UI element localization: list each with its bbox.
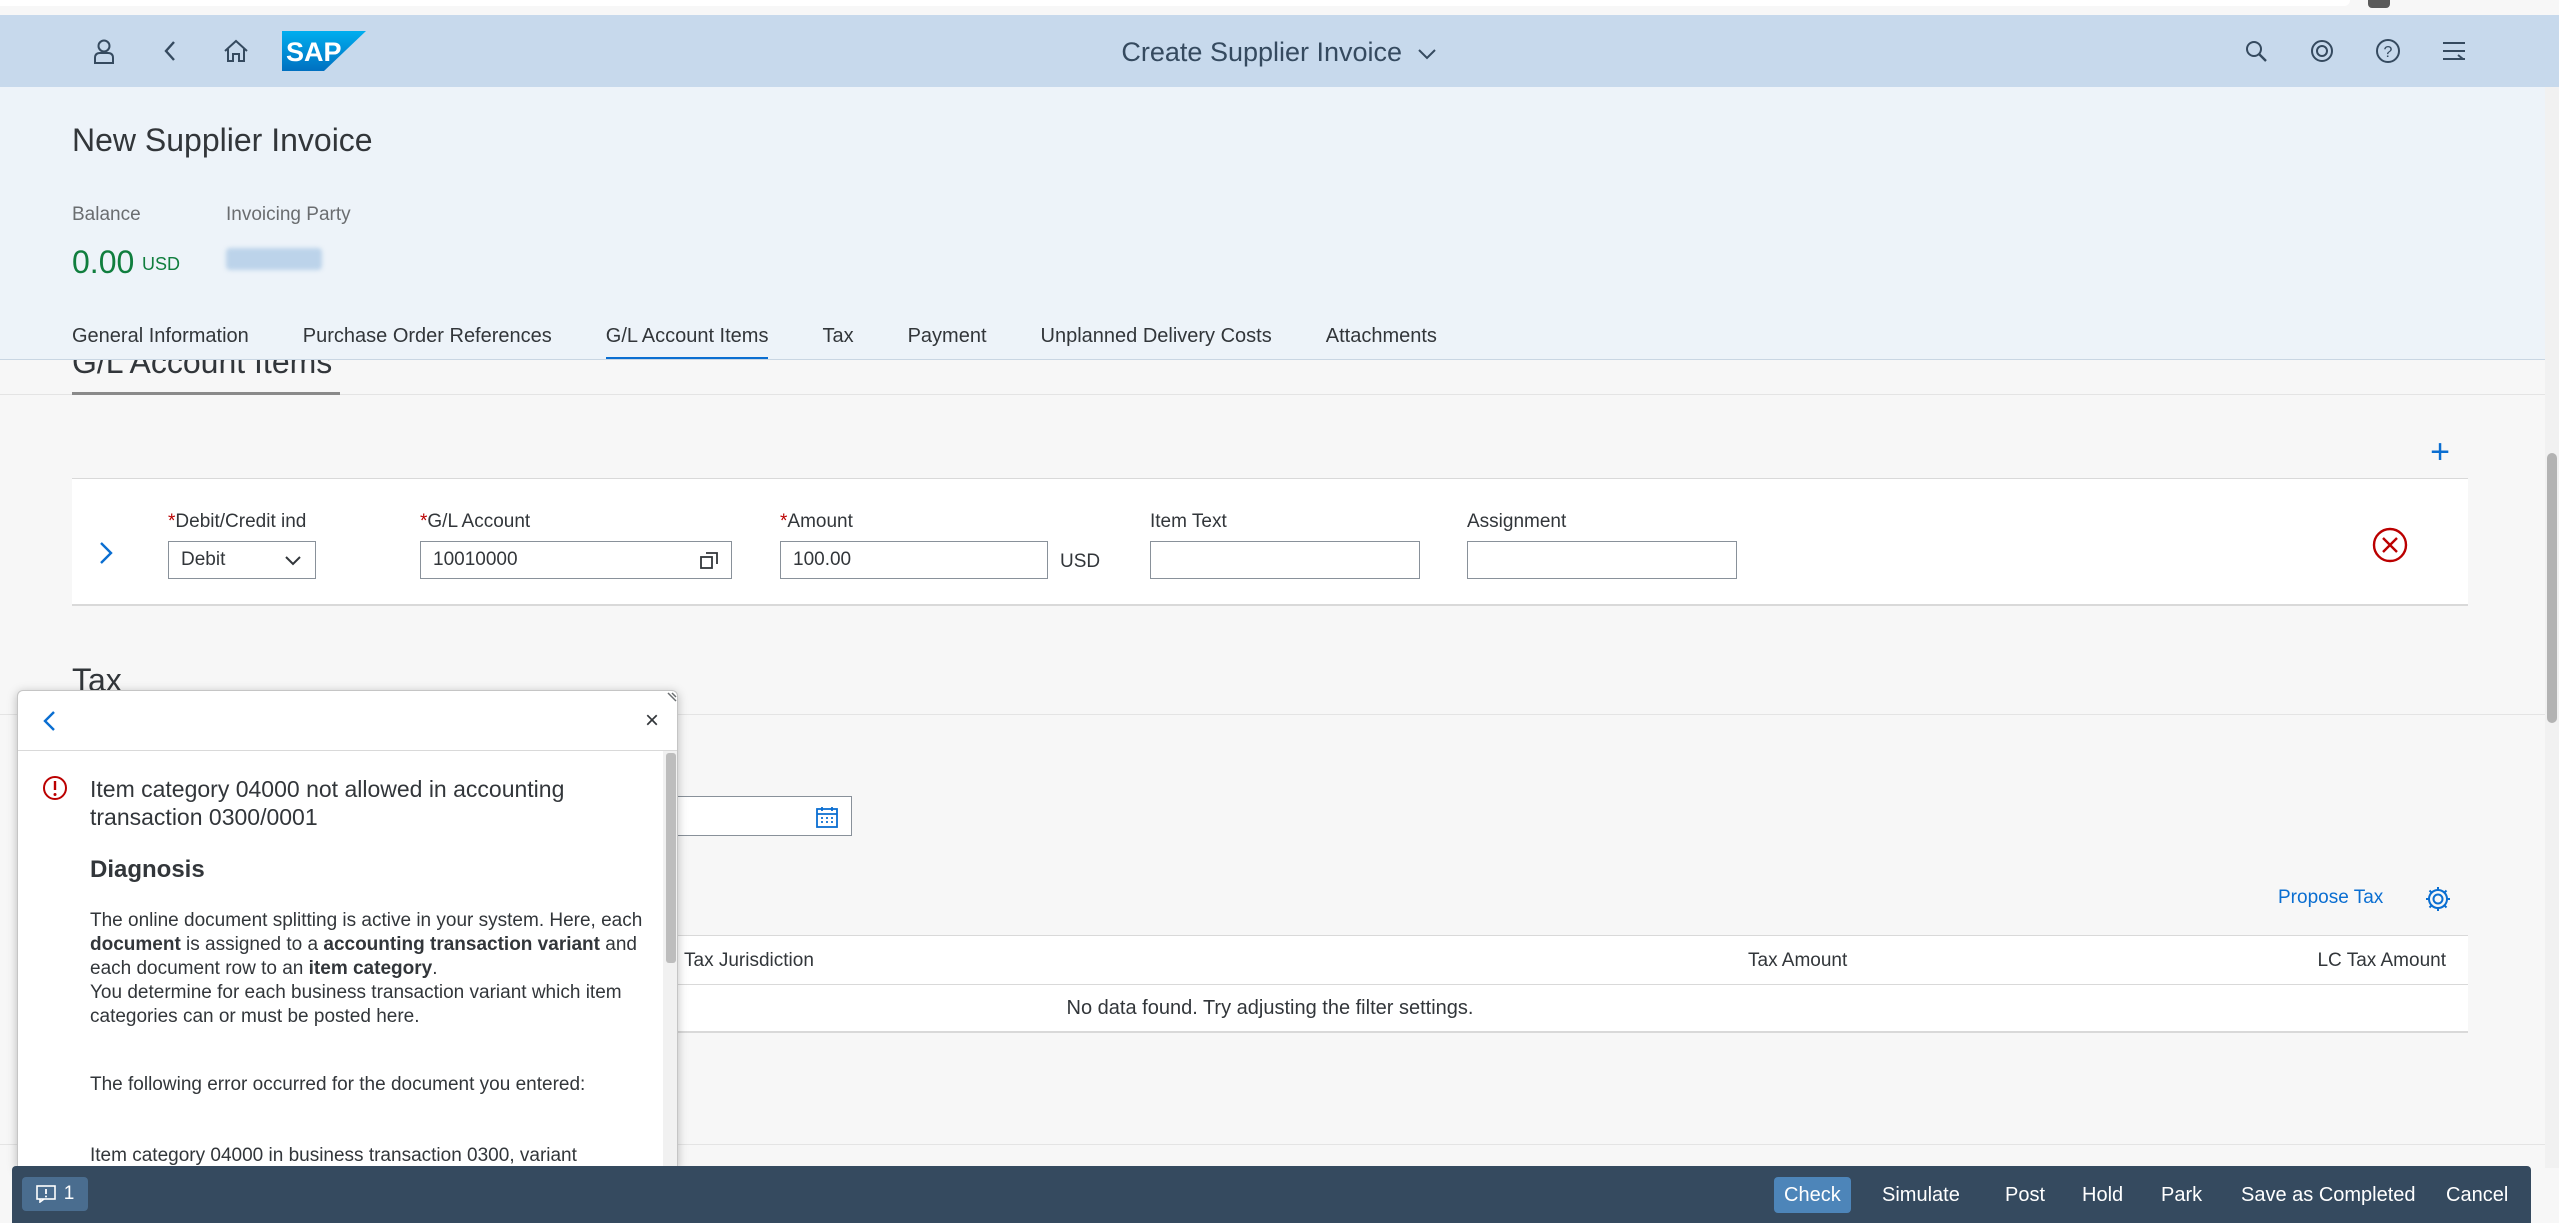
amount-input[interactable]: 100.00 [780, 541, 1048, 579]
assignment-input[interactable] [1467, 541, 1737, 579]
copilot-icon[interactable] [2304, 33, 2340, 69]
hold-button[interactable]: Hold [2072, 1177, 2133, 1213]
message-popover: × Item category 04000 not allowed in acc… [17, 690, 678, 1168]
settings-gear-icon[interactable] [2424, 885, 2452, 913]
gl-account-input[interactable]: 10010000 [420, 541, 732, 579]
close-icon[interactable]: × [638, 707, 666, 735]
browser-top-strip [0, 0, 2559, 15]
popover-scrollbar-thumb[interactable] [666, 753, 676, 963]
svg-text:SAP: SAP [286, 37, 342, 67]
park-button[interactable]: Park [2151, 1177, 2212, 1213]
diagnosis-paragraph: The online document splitting is active … [90, 910, 643, 1027]
tab-general-information[interactable]: General Information [72, 325, 249, 360]
extension-icon[interactable] [2368, 0, 2390, 8]
app-title[interactable]: Create Supplier Invoice [1121, 37, 1402, 67]
debit-credit-value: Debit [181, 549, 226, 570]
app-title-menu: Create Supplier Invoice [0, 37, 2559, 68]
sap-logo[interactable]: SAP [282, 31, 366, 71]
tab-tax[interactable]: Tax [822, 325, 853, 360]
item-text-input[interactable] [1150, 541, 1420, 579]
chevron-down-icon [285, 556, 301, 566]
amount-value: 100.00 [793, 549, 852, 570]
popover-header: × [18, 691, 677, 751]
balance-currency: USD [142, 254, 181, 274]
diagnosis-heading: Diagnosis [90, 856, 205, 883]
search-icon[interactable] [2238, 33, 2274, 69]
message-title: Item category 04000 not allowed in accou… [90, 776, 565, 830]
error-detail-paragraph: Item category 04000 in business transact… [90, 1145, 577, 1166]
shell-bar: SAP Create Supplier Invoice ? [0, 15, 2559, 87]
popover-scrollbar[interactable] [663, 751, 677, 1167]
simulate-button[interactable]: Simulate [1872, 1177, 1970, 1213]
svg-text:?: ? [2384, 44, 2393, 61]
check-button[interactable]: Check [1774, 1177, 1851, 1213]
invoicing-party-value-redacted [226, 248, 322, 270]
footer-toolbar: 1 Check Simulate Post Hold Park Save as … [12, 1166, 2531, 1223]
tab-gl-account-items[interactable]: G/L Account Items [605, 325, 769, 360]
tab-attachments[interactable]: Attachments [1326, 325, 1437, 360]
page-title: New Supplier Invoice [72, 122, 373, 158]
add-item-button[interactable]: + [2424, 435, 2456, 470]
user-icon[interactable] [86, 33, 122, 69]
amount-label: *Amount [780, 511, 853, 532]
message-count: 1 [63, 1183, 75, 1204]
section-title-underline [72, 392, 340, 395]
back-icon[interactable] [36, 707, 64, 735]
page-scrollbar[interactable] [2545, 87, 2559, 1168]
value-help-icon[interactable] [699, 551, 719, 571]
error-icon [43, 776, 67, 800]
section-tabs: General Information Purchase Order Refer… [72, 325, 1491, 360]
debit-credit-label: *Debit/Credit ind [168, 511, 307, 532]
invoicing-party-label: Invoicing Party [226, 204, 351, 225]
gl-item-row: *Debit/Credit ind Debit *G/L Account 100… [72, 478, 2468, 606]
tax-date-input[interactable] [650, 796, 852, 836]
post-button[interactable]: Post [1995, 1177, 2055, 1213]
save-as-completed-button[interactable]: Save as Completed [2231, 1177, 2426, 1213]
balance-label: Balance [72, 204, 141, 225]
cancel-button[interactable]: Cancel [2436, 1177, 2518, 1213]
menu-icon[interactable] [2436, 33, 2472, 69]
amount-currency: USD [1060, 551, 1101, 572]
item-text-label: Item Text [1150, 511, 1227, 532]
page-scrollbar-thumb[interactable] [2547, 453, 2557, 723]
debit-credit-select[interactable]: Debit [168, 541, 316, 579]
messages-button[interactable]: 1 [22, 1177, 88, 1211]
section-title-gl-account-items: G/L Account Items [72, 360, 333, 380]
help-icon[interactable]: ? [2370, 33, 2406, 69]
expand-row-icon[interactable] [94, 539, 118, 567]
tab-unplanned-delivery-costs[interactable]: Unplanned Delivery Costs [1041, 325, 1272, 360]
error-paragraph: The following error occurred for the doc… [90, 1074, 586, 1095]
back-icon[interactable] [152, 33, 188, 69]
object-header: New Supplier Invoice Balance Invoicing P… [0, 87, 2559, 360]
propose-tax-button[interactable]: Propose Tax [2278, 887, 2383, 909]
balance-value: 0.00 [72, 244, 135, 280]
tab-payment[interactable]: Payment [908, 325, 987, 360]
calendar-icon[interactable] [815, 805, 839, 829]
gl-account-label: *G/L Account [420, 511, 531, 532]
home-icon[interactable] [218, 33, 254, 69]
section-separator [0, 394, 2545, 395]
message-popup-icon [35, 1185, 56, 1203]
delete-row-icon[interactable] [2372, 527, 2408, 563]
message-details: Item category 04000 not allowed in accou… [18, 751, 663, 1167]
tab-purchase-order-references[interactable]: Purchase Order References [303, 325, 552, 360]
column-header-tax-amount[interactable]: Tax Amount [1748, 950, 1847, 972]
browser-address-bar-edge [0, 0, 2350, 6]
resize-handle-icon[interactable] [666, 691, 678, 703]
gl-account-value: 10010000 [433, 549, 518, 570]
assignment-label: Assignment [1467, 511, 1567, 532]
chevron-down-icon[interactable] [1416, 47, 1438, 61]
column-header-lc-tax-amount[interactable]: LC Tax Amount [2317, 950, 2446, 972]
column-header-tax-jurisdiction[interactable]: Tax Jurisdiction [684, 950, 814, 972]
